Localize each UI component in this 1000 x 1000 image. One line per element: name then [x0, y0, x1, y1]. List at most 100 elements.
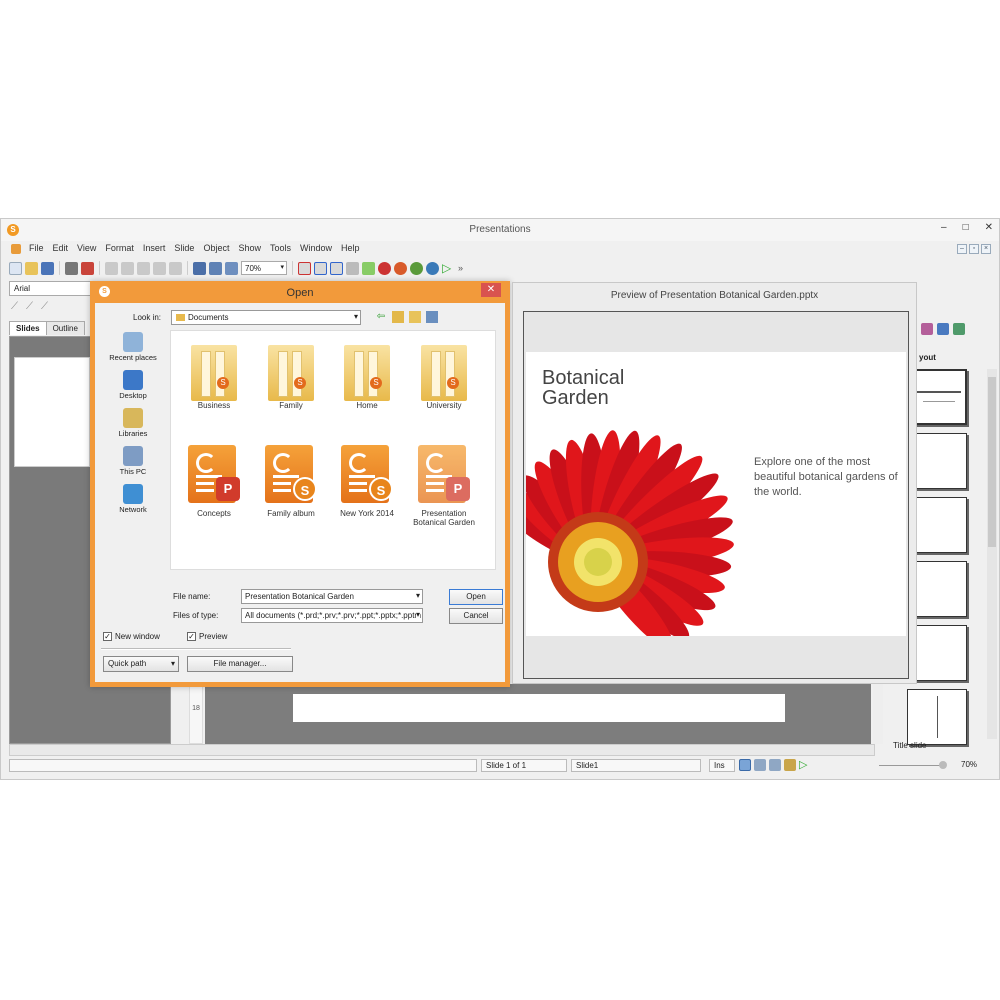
file-name-input[interactable]: Presentation Botanical Garden [241, 589, 423, 604]
folder-item[interactable]: S Business [175, 337, 253, 410]
file-manager-button[interactable]: File manager... [187, 656, 293, 672]
layout-scrollbar[interactable] [987, 369, 997, 739]
show-settings-icon[interactable] [426, 261, 439, 275]
toolbar-separator [59, 261, 60, 275]
tab-slides[interactable]: Slides [9, 321, 47, 335]
arrow-tool-icon[interactable]: ⟋ [26, 301, 33, 312]
slide-sorter-icon[interactable] [193, 261, 206, 275]
layout-template-icon[interactable] [953, 323, 965, 335]
paste-icon[interactable] [137, 261, 150, 275]
layout-design-icon[interactable] [937, 323, 949, 335]
print-icon[interactable] [65, 261, 78, 275]
tab-outline[interactable]: Outline [45, 321, 85, 335]
menu-format[interactable]: Format [105, 243, 134, 253]
play-icon[interactable]: ▷ [442, 261, 455, 275]
place-network[interactable]: Network [101, 484, 165, 522]
normal-view-icon[interactable] [739, 759, 751, 771]
menu-insert[interactable]: Insert [143, 243, 166, 253]
folder-item[interactable]: S Family [252, 337, 330, 410]
slide-edit-area[interactable] [293, 694, 785, 722]
copy-icon[interactable] [121, 261, 134, 275]
file-type-select[interactable]: All documents (*.prd;*.prv;*.prv;*.ppt;*… [241, 608, 423, 623]
place-this-pc[interactable]: This PC [101, 446, 165, 484]
view-menu-icon[interactable] [426, 311, 438, 323]
presentation-file-icon: S [337, 443, 397, 509]
doc-close-button[interactable]: × [981, 244, 991, 254]
toolbar-overflow-icon[interactable]: » [458, 263, 463, 273]
menu-help[interactable]: Help [341, 243, 360, 253]
transition-icon[interactable] [410, 261, 423, 275]
zoom-select[interactable]: 70% [241, 261, 287, 275]
cut-icon[interactable] [105, 261, 118, 275]
place-desktop[interactable]: Desktop [101, 370, 165, 408]
document-item[interactable]: S Family album [252, 443, 330, 518]
file-list: S Business S Family S Home S University P Concept… [170, 330, 496, 570]
undo-icon[interactable] [153, 261, 166, 275]
line-tool-icon[interactable]: ⟋ [11, 301, 18, 312]
slide-counter: Slide 1 of 1 [481, 759, 567, 772]
dialog-close-button[interactable]: ✕ [481, 283, 501, 297]
font-select[interactable]: Arial [9, 281, 97, 296]
layout-selected-label: Title slide [893, 741, 927, 750]
canvas-vertical-scrollbar[interactable] [873, 684, 883, 744]
new-window-label: New window [115, 632, 160, 641]
look-in-select[interactable]: Documents [171, 310, 361, 325]
pdf-export-icon[interactable] [81, 261, 94, 275]
up-folder-icon[interactable] [392, 311, 404, 323]
cancel-button[interactable]: Cancel [449, 608, 503, 624]
zoom-icon[interactable] [225, 261, 238, 275]
minimize-button[interactable]: – [941, 222, 947, 233]
spellcheck-icon[interactable] [362, 261, 375, 275]
menu-view[interactable]: View [77, 243, 96, 253]
zoom-page-icon[interactable] [209, 261, 222, 275]
layout-color-icon[interactable] [921, 323, 933, 335]
new-window-checkbox[interactable]: ✓ New window [103, 632, 160, 641]
notes-view-icon[interactable] [784, 759, 796, 771]
open-folder-icon[interactable] [25, 261, 38, 275]
redo-icon[interactable] [169, 261, 182, 275]
document-menu-icon[interactable] [11, 244, 21, 254]
close-window-button[interactable]: ✕ [985, 222, 993, 233]
place-libraries[interactable]: Libraries [101, 408, 165, 446]
menu-window[interactable]: Window [300, 243, 332, 253]
back-arrow-icon[interactable]: ⇦ [375, 311, 387, 323]
document-item[interactable]: S New York 2014 [328, 443, 406, 518]
doc-restore-button[interactable]: ▫ [969, 244, 979, 254]
zoom-slider[interactable] [879, 760, 949, 770]
menu-object[interactable]: Object [203, 243, 229, 253]
quick-path-button[interactable]: Quick path [103, 656, 179, 672]
start-show-icon[interactable]: ▷ [799, 759, 811, 771]
picture-frame-icon[interactable] [314, 261, 327, 275]
pen-icon[interactable] [346, 261, 359, 275]
new-folder-icon[interactable] [409, 311, 421, 323]
menu-show[interactable]: Show [238, 243, 261, 253]
document-item[interactable]: P Presentation Botanical Garden [405, 443, 483, 527]
insert-mode[interactable]: Ins [709, 759, 735, 772]
save-icon[interactable] [41, 261, 54, 275]
menu-slide[interactable]: Slide [174, 243, 194, 253]
maximize-button[interactable]: □ [963, 222, 969, 233]
record-icon[interactable] [378, 261, 391, 275]
menu-edit[interactable]: Edit [53, 243, 69, 253]
horizontal-scrollbar[interactable] [9, 744, 875, 756]
layout-option-two-columns[interactable] [907, 689, 967, 745]
folder-item[interactable]: S University [405, 337, 483, 410]
slide-thumbnail[interactable] [14, 357, 90, 467]
chart-frame-icon[interactable] [330, 261, 343, 275]
menu-file[interactable]: File [29, 243, 44, 253]
animation-icon[interactable] [394, 261, 407, 275]
menu-tools[interactable]: Tools [270, 243, 291, 253]
slide-sorter-view-icon[interactable] [754, 759, 766, 771]
place-recent-places[interactable]: Recent places [101, 332, 165, 370]
folder-item[interactable]: S Home [328, 337, 406, 410]
doc-minimize-button[interactable]: – [957, 244, 967, 254]
text-frame-icon[interactable] [298, 261, 311, 275]
document-label: Concepts [197, 509, 231, 518]
preview-checkbox[interactable]: ✓ Preview [187, 632, 227, 641]
document-item[interactable]: P Concepts [175, 443, 253, 518]
new-file-icon[interactable] [9, 261, 22, 275]
open-button[interactable]: Open [449, 589, 503, 605]
status-zoom-value: 70% [961, 760, 978, 769]
connector-tool-icon[interactable]: ⟋ [41, 301, 48, 312]
handout-view-icon[interactable] [769, 759, 781, 771]
